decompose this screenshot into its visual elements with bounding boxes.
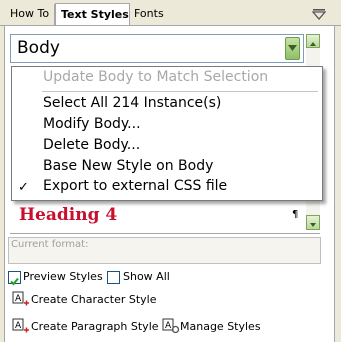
tab-how-to[interactable]: How To xyxy=(4,4,55,25)
menu-separator xyxy=(42,91,318,92)
manage-styles-button[interactable]: Manage Styles xyxy=(180,320,261,333)
style-preview-heading-4[interactable]: Heading 4 xyxy=(19,205,117,225)
tab-bar: How To Text Styles Fonts xyxy=(0,0,341,26)
divider xyxy=(10,233,320,234)
style-selector-value: Body xyxy=(17,38,60,58)
current-format-box: Current format: xyxy=(8,237,321,264)
menu-item-select-all-instances[interactable]: Select All 214 Instance(s) xyxy=(43,95,221,111)
svg-text:A: A xyxy=(15,294,22,304)
create-character-style-button[interactable]: Create Character Style xyxy=(31,293,156,306)
show-all-label[interactable]: Show All xyxy=(123,270,170,283)
paragraph-style-marker: ¶ xyxy=(292,209,299,220)
manage-styles-icon[interactable]: A xyxy=(162,318,180,334)
checkmark-icon xyxy=(10,277,19,286)
panel-menu-icon[interactable] xyxy=(312,8,326,20)
current-format-label: Current format: xyxy=(11,239,89,250)
create-character-style-icon[interactable]: A xyxy=(12,291,30,307)
preview-styles-label[interactable]: Preview Styles xyxy=(23,270,103,283)
tab-fonts[interactable]: Fonts xyxy=(131,4,171,25)
menu-item-update-body[interactable]: Update Body to Match Selection xyxy=(43,69,268,85)
svg-text:A: A xyxy=(15,321,22,331)
menu-item-base-new-style[interactable]: Base New Style on Body xyxy=(43,158,213,174)
style-dropdown-button[interactable] xyxy=(285,37,300,60)
show-all-checkbox[interactable] xyxy=(107,271,120,284)
svg-text:A: A xyxy=(165,321,172,331)
preview-styles-checkbox[interactable] xyxy=(8,271,21,286)
style-selector[interactable]: Body xyxy=(10,34,304,63)
menu-item-export-css[interactable]: Export to external CSS file xyxy=(43,178,227,194)
create-paragraph-style-button[interactable]: Create Paragraph Style xyxy=(31,320,159,333)
tab-text-styles[interactable]: Text Styles xyxy=(55,3,130,26)
check-icon: ✓ xyxy=(18,180,29,195)
scroll-up-button[interactable] xyxy=(306,34,320,48)
arrow-down-icon xyxy=(310,223,316,227)
create-paragraph-style-icon[interactable]: A xyxy=(12,318,30,334)
style-context-menu: Update Body to Match Selection Select Al… xyxy=(11,66,323,201)
menu-item-modify-body[interactable]: Modify Body... xyxy=(43,116,141,132)
scroll-down-button[interactable] xyxy=(306,215,320,230)
menu-item-delete-body[interactable]: Delete Body... xyxy=(43,137,140,153)
chevron-down-icon xyxy=(288,45,297,51)
